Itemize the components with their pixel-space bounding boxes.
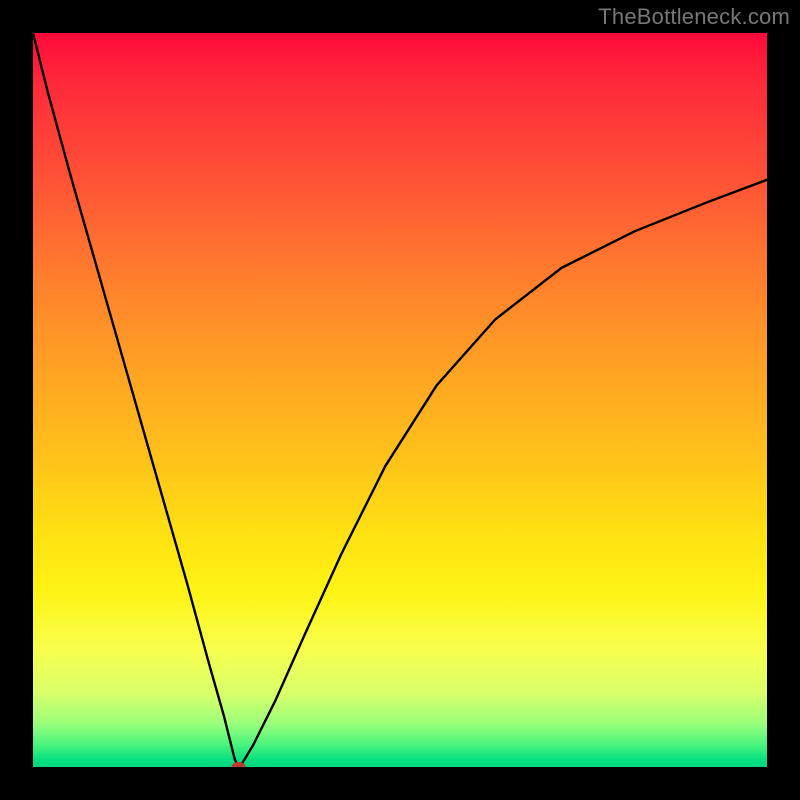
bottleneck-curve xyxy=(33,33,767,767)
curve-svg xyxy=(33,33,767,767)
watermark-text: TheBottleneck.com xyxy=(598,4,790,30)
plot-area xyxy=(33,33,767,767)
chart-frame: TheBottleneck.com xyxy=(0,0,800,800)
